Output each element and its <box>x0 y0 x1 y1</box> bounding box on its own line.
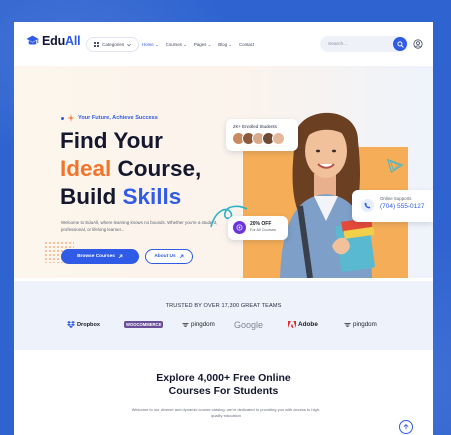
trusted-by-title: TRUSTED BY OVER 17,300 GREAT TEAMS <box>165 303 282 309</box>
sparkle-icon <box>67 114 75 122</box>
discount-subtitle: For All Courses <box>250 228 276 232</box>
hero-title-course: Course, <box>111 156 202 181</box>
brand-name: pingdom <box>353 321 377 328</box>
logo-text: EduAll <box>42 34 81 48</box>
brand-dropbox: Dropbox <box>67 321 100 328</box>
brand-google: Google <box>234 320 263 330</box>
user-icon[interactable] <box>413 39 423 49</box>
brand-pingdom: pingdom <box>182 321 215 328</box>
explore-title: Explore 4,000+ Free Online Courses For S… <box>14 372 433 397</box>
scroll-to-top-button[interactable] <box>399 420 413 434</box>
grid-icon <box>94 42 99 47</box>
about-us-button[interactable]: About Us <box>145 249 193 264</box>
hero-section: Your Future, Achieve Success Find Your I… <box>14 66 433 278</box>
categories-button[interactable]: Categories <box>86 37 140 52</box>
nav-label: Courses <box>165 42 182 47</box>
hero-title-build: Build <box>60 184 123 209</box>
triangle-decoration-icon <box>386 158 404 174</box>
pingdom-icon <box>344 322 351 327</box>
discount-badge-icon <box>233 221 246 234</box>
about-us-label: About Us <box>154 254 176 259</box>
main-nav: Home ⌄ Courses ⌄ Pages ⌄ Blog ⌄ Contact <box>142 42 254 48</box>
nav-item-blog[interactable]: Blog ⌄ <box>218 42 232 48</box>
brand-name: Dropbox <box>77 321 100 328</box>
explore-title-line2: Courses For Students <box>168 384 279 397</box>
nav-label: Pages <box>193 42 207 47</box>
brand-name: Adobe <box>298 321 318 328</box>
nav-item-pages[interactable]: Pages ⌄ <box>194 42 211 48</box>
logo-accent: All <box>65 34 81 48</box>
nav-label: Blog <box>218 42 228 47</box>
phone-icon <box>361 199 374 212</box>
search-icon <box>396 40 404 48</box>
adobe-icon <box>288 321 296 328</box>
brand-woocommerce: WOOCOMMERCE <box>124 321 164 328</box>
chevron-down-icon <box>127 43 132 46</box>
nav-label: Home <box>142 42 154 47</box>
brand-name: Google <box>234 320 264 330</box>
brand-name: pingdom <box>191 321 215 328</box>
pingdom-icon <box>182 322 189 327</box>
brand-adobe: Adobe <box>288 321 318 328</box>
dropbox-icon <box>67 321 75 328</box>
hero-title-skills: Skills <box>122 184 182 209</box>
site-header: EduAll Categories Home ⌄ Courses ⌄ Pages… <box>14 22 433 66</box>
hero-title: Find Your Ideal Course, Build Skills <box>60 127 201 211</box>
site-logo[interactable]: EduAll <box>26 34 81 48</box>
online-support-card: Online Supports (704) 555-0127 <box>352 190 433 222</box>
nav-label: Contact <box>238 42 255 47</box>
brand-logos: Dropbox WOOCOMMERCE pingdom Google Adobe <box>14 320 433 333</box>
discount-title: 20% OFF <box>250 221 272 227</box>
support-phone[interactable]: (704) 555-0127 <box>380 203 424 210</box>
support-title: Online Supports <box>380 196 412 201</box>
search-placeholder: Search... <box>328 41 348 47</box>
avatar <box>272 132 285 145</box>
hero-subtitle: Your Future, Achieve Success <box>61 114 158 122</box>
graduation-cap-icon <box>26 35 39 45</box>
enrolled-students-label: 2K+ Enrolled Students <box>233 124 277 129</box>
app-window: EduAll Categories Home ⌄ Courses ⌄ Pages… <box>14 22 433 435</box>
brand-pingdom-2: pingdom <box>344 321 377 328</box>
enrolled-students-card: 2K+ Enrolled Students <box>226 119 298 151</box>
search-input[interactable]: Search... <box>320 36 408 52</box>
bullet-dot <box>61 116 64 120</box>
student-avatars <box>232 132 285 145</box>
trusted-by-section: TRUSTED BY OVER 17,300 GREAT TEAMS Dropb… <box>14 281 433 350</box>
logo-prefix: Edu <box>42 34 66 48</box>
hero-title-line3: Build Skills <box>60 183 201 211</box>
brand-name: WOOCOMMERCE <box>124 321 164 328</box>
nav-item-courses[interactable]: Courses ⌄ <box>166 42 187 48</box>
arrow-up-right-icon <box>118 254 123 259</box>
categories-label: Categories <box>102 42 125 47</box>
browse-courses-button[interactable]: Browse Courses <box>61 249 139 264</box>
arrow-up-right-icon <box>179 254 184 259</box>
search-button[interactable] <box>393 37 407 51</box>
hero-title-line1: Find Your <box>60 128 163 153</box>
discount-card: 20% OFF For All Courses <box>228 216 288 240</box>
arrow-up-icon <box>403 424 409 430</box>
explore-title-line1: Explore 4,000+ Free Online <box>156 372 291 384</box>
browse-courses-label: Browse Courses <box>77 254 115 259</box>
hero-subtitle-text: Your Future, Achieve Success <box>78 115 158 121</box>
nav-item-home[interactable]: Home ⌄ <box>142 42 159 48</box>
nav-item-contact[interactable]: Contact <box>239 42 254 48</box>
hero-title-line2: Ideal Course, <box>60 155 201 183</box>
explore-description: Welcome to our diverse and dynamic cours… <box>131 407 321 418</box>
hero-title-ideal: Ideal <box>60 156 112 181</box>
